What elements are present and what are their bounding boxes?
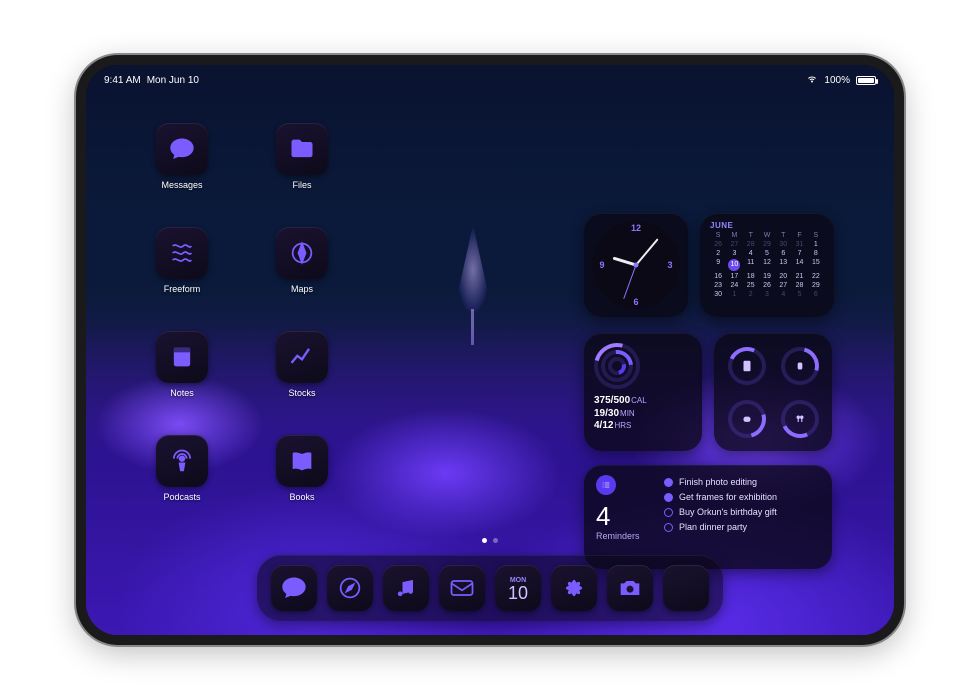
- battery-device-airpods: [777, 396, 822, 441]
- wifi-icon: [806, 73, 818, 88]
- dock-messages[interactable]: [271, 565, 317, 611]
- photos-icon: [551, 565, 597, 611]
- battery-percent: 100%: [824, 75, 850, 86]
- page-indicator[interactable]: [482, 538, 498, 543]
- status-bar: 9:41 AM Mon Jun 10 100%: [86, 71, 894, 89]
- reminders-list: Finish photo editing Get frames for exhib…: [664, 475, 777, 559]
- app-podcasts[interactable]: Podcasts: [134, 435, 230, 531]
- reminder-text: Get frames for exhibition: [679, 492, 777, 502]
- clock-num-3: 3: [662, 260, 678, 270]
- reminders-icon: [596, 475, 616, 495]
- reminder-checkbox[interactable]: [664, 478, 673, 487]
- reminder-item[interactable]: Finish photo editing: [664, 477, 777, 487]
- clock-minute-hand: [635, 238, 658, 265]
- fitness-cal: 375/500CAL: [594, 395, 692, 408]
- calendar-month: JUNE: [710, 221, 824, 230]
- camera-icon: [607, 565, 653, 611]
- app-label: Freeform: [164, 284, 201, 294]
- clock-num-9: 9: [594, 260, 610, 270]
- freeform-icon: [156, 227, 208, 279]
- home-screen[interactable]: 9:41 AM Mon Jun 10 100% Messages: [86, 65, 894, 635]
- dock-photos[interactable]: [551, 565, 597, 611]
- dock-app-library[interactable]: [663, 565, 709, 611]
- app-maps[interactable]: Maps: [254, 227, 350, 323]
- dock-camera[interactable]: [607, 565, 653, 611]
- calendar-icon: MON10: [495, 565, 541, 611]
- fitness-min: 19/30MIN: [594, 408, 692, 421]
- app-files[interactable]: Files: [254, 123, 350, 219]
- files-icon: [276, 123, 328, 175]
- app-messages[interactable]: Messages: [134, 123, 230, 219]
- dock-safari[interactable]: [327, 565, 373, 611]
- app-label: Messages: [161, 180, 202, 190]
- reminder-text: Plan dinner party: [679, 522, 747, 532]
- app-library-icon: [663, 565, 709, 611]
- reminder-text: Finish photo editing: [679, 477, 757, 487]
- mail-icon: [439, 565, 485, 611]
- calendar-dow-row: SMTWTFS: [710, 232, 824, 239]
- app-label: Notes: [170, 388, 194, 398]
- notes-icon: [156, 331, 208, 383]
- reminder-checkbox[interactable]: [664, 523, 673, 532]
- reminder-checkbox[interactable]: [664, 493, 673, 502]
- clock-num-12: 12: [628, 223, 644, 233]
- music-icon: [383, 565, 429, 611]
- dock: MON10: [257, 555, 723, 621]
- clock-face: 12 3 6 9: [592, 221, 680, 309]
- reminder-item[interactable]: Plan dinner party: [664, 522, 777, 532]
- reminders-widget[interactable]: 4 Reminders Finish photo editing Get fram…: [584, 465, 832, 569]
- app-label: Books: [289, 492, 314, 502]
- battery-device-airpods-case: [724, 396, 769, 441]
- app-label: Files: [292, 180, 311, 190]
- ipad-device-frame: 9:41 AM Mon Jun 10 100% Messages: [76, 55, 904, 645]
- reminders-title: Reminders: [596, 531, 640, 541]
- messages-icon: [156, 123, 208, 175]
- battery-device-watch: [777, 343, 822, 388]
- app-label: Stocks: [288, 388, 315, 398]
- app-stocks[interactable]: Stocks: [254, 331, 350, 427]
- fitness-widget[interactable]: 375/500CAL 19/30MIN 4/12HRS: [584, 333, 702, 451]
- dock-music[interactable]: [383, 565, 429, 611]
- app-grid: Messages Files Freeform Maps Notes: [134, 123, 350, 531]
- clock-second-hand: [623, 265, 636, 299]
- app-books[interactable]: Books: [254, 435, 350, 531]
- reminder-item[interactable]: Buy Orkun's birthday gift: [664, 507, 777, 517]
- calendar-body: 2627282930311234567891011121314151617181…: [710, 241, 824, 298]
- battery-icon: [856, 76, 876, 85]
- safari-icon: [327, 565, 373, 611]
- dock-mail[interactable]: [439, 565, 485, 611]
- app-notes[interactable]: Notes: [134, 331, 230, 427]
- clock-pin: [634, 263, 639, 268]
- reminders-count: 4: [596, 503, 610, 529]
- reminder-text: Buy Orkun's birthday gift: [679, 507, 777, 517]
- stocks-icon: [276, 331, 328, 383]
- activity-rings-icon: [594, 343, 640, 389]
- reminder-item[interactable]: Get frames for exhibition: [664, 492, 777, 502]
- books-icon: [276, 435, 328, 487]
- app-label: Podcasts: [163, 492, 200, 502]
- status-date: Mon Jun 10: [147, 75, 199, 86]
- dock-calendar[interactable]: MON10: [495, 565, 541, 611]
- batteries-widget[interactable]: [714, 333, 832, 451]
- podcasts-icon: [156, 435, 208, 487]
- battery-device-ipad: [724, 343, 769, 388]
- app-freeform[interactable]: Freeform: [134, 227, 230, 323]
- clock-num-6: 6: [628, 297, 644, 307]
- fitness-hrs: 4/12HRS: [594, 420, 692, 433]
- reminder-checkbox[interactable]: [664, 508, 673, 517]
- maps-icon: [276, 227, 328, 279]
- clock-widget[interactable]: 12 3 6 9: [584, 213, 688, 317]
- status-time: 9:41 AM: [104, 75, 141, 86]
- app-label: Maps: [291, 284, 313, 294]
- messages-icon: [271, 565, 317, 611]
- calendar-widget[interactable]: JUNE SMTWTFS 262728293031123456789101112…: [700, 213, 834, 317]
